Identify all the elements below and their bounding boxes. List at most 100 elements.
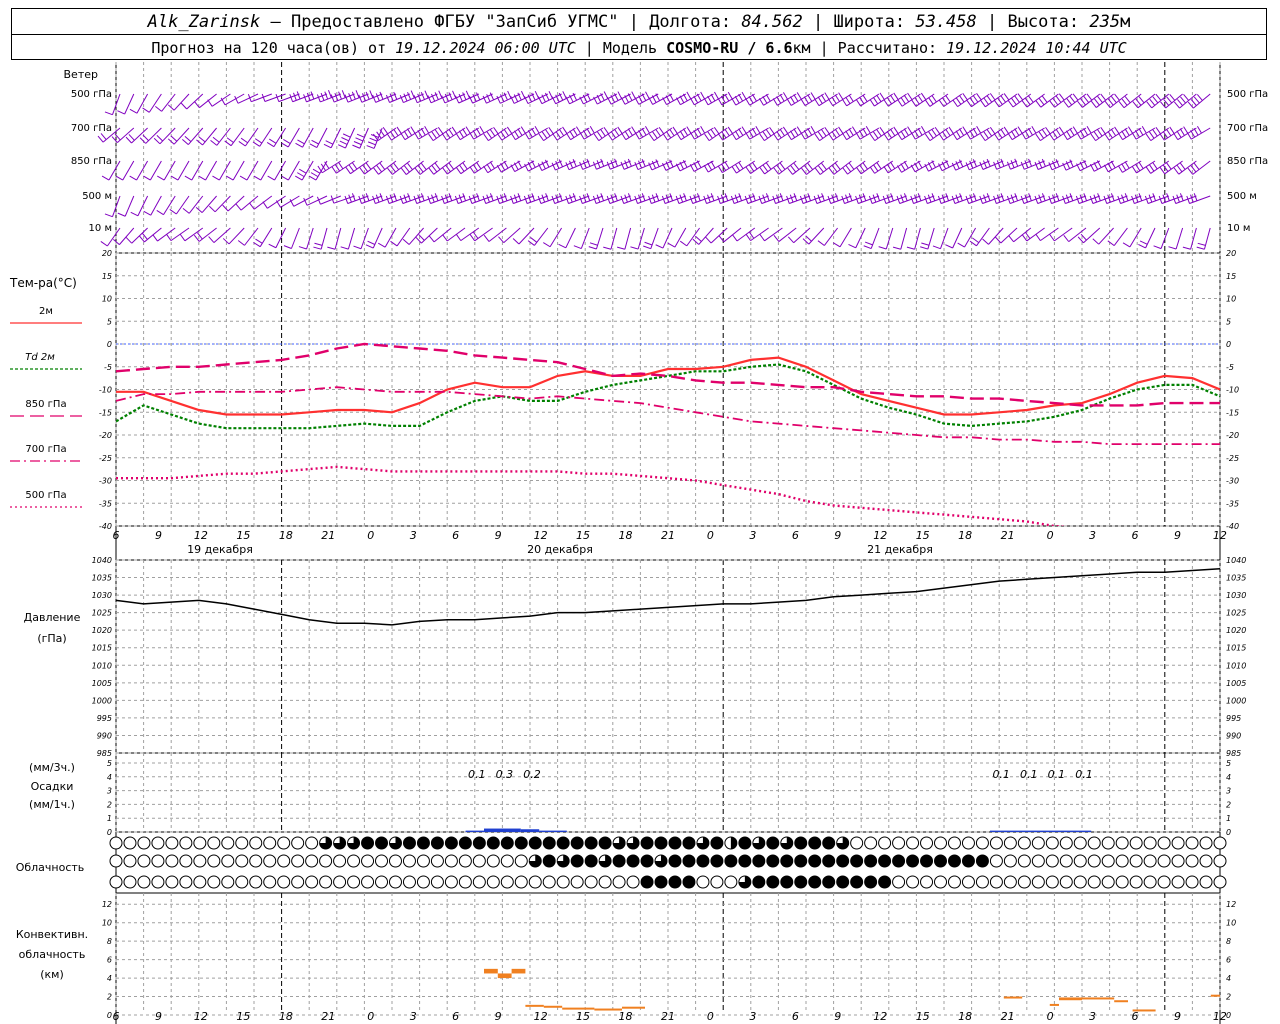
wind-barb-feather [614,158,619,167]
wind-barb-feather [1024,98,1031,106]
cloud-symbol [263,854,277,868]
wind-barb-feather [965,132,971,140]
wind-barb-feather [1173,132,1179,140]
wind-barb [378,160,397,175]
wind-barb-feather [892,246,901,250]
wind-barb-feather [267,175,275,181]
wind-barb-feather [745,132,751,140]
cloud-symbol-overcast [794,855,807,867]
cloud-symbol-overcast [361,837,374,849]
wind-barb-feather [313,246,322,250]
wind-barb-feather [441,133,448,141]
wind-barb-feather [848,162,855,170]
wind-barb-feather [834,94,840,102]
cloud-symbol-overcast [864,876,877,888]
hour-label-bottom: 15 [236,1010,250,1023]
wind-barb-feather [376,165,383,173]
cloud-symbol-overcast [571,837,584,849]
wind-barb-feather [489,161,495,169]
wind-barb-feather [786,98,792,106]
wind-barb-feather [400,167,407,175]
wind-barb-feather [800,98,806,106]
conv-tick-left: 0 [107,1011,112,1020]
precip-bar [520,829,540,832]
cloud-symbol [263,836,277,850]
cloud-symbol [1017,875,1031,889]
wind-barb [624,227,632,250]
wind-barb-feather [507,90,512,99]
wind-barb-feather [434,162,441,170]
wind-barb-feather [855,98,861,107]
day-label: 21 декабря [867,543,933,556]
wind-barb-feather [776,96,782,104]
temp-legend-label: 2м [39,306,53,317]
wind-barb-feather [142,134,149,141]
wind-barb-feather [724,161,730,169]
temp-tick-left: 10 [102,295,112,304]
wind-barb-feather [498,236,505,243]
cloud-symbol [319,875,333,889]
wind-barb-feather [310,91,315,100]
wind-barb-feather [367,240,376,245]
wind-barb-feather [878,246,887,250]
wind-barb-feather [104,111,113,116]
precip-bar [465,830,484,832]
wind-barb-feather [748,164,755,172]
wind-barb-feather [593,133,600,141]
cloud-symbol [249,854,263,868]
wind-barb-feather [486,131,493,139]
precip-bar [539,830,567,832]
temp-tick-left: 15 [102,272,112,281]
cloud-symbol [179,836,193,850]
cloud-symbol [375,875,389,889]
wind-barb-feather [324,161,330,169]
wind-barb-feather [500,131,506,139]
wind-barb-feather [1152,96,1159,104]
wind-barb-feather [1062,132,1068,140]
temp-tick-right: 20 [1226,249,1236,258]
wind-barb-feather [667,242,676,248]
wind-barb-feather [817,240,825,246]
cloud-symbol [961,836,975,850]
hour-label-bottom: 6 [792,1010,799,1023]
wind-barb-feather [606,161,611,170]
wind-barb-feather [222,204,229,212]
wind-barb-feather [796,92,802,100]
wind-barb [320,227,328,250]
wind-barb [1012,93,1032,108]
temp-tick-left: -40 [99,522,112,531]
hour-label-bottom: 3 [749,1010,756,1023]
wind-barb-feather [469,166,475,174]
cloud-symbol [710,875,724,889]
wind-barb-feather [351,162,358,170]
cloud-symbol [1157,836,1171,850]
wind-barb-feather [437,126,444,135]
precip-value-label: 0.1 [1048,768,1066,781]
wind-barb [823,227,838,246]
wind-barb-feather [210,140,218,146]
cloud-symbol [626,875,640,889]
wind-barb-feather [1180,96,1186,104]
wind-barb-feather [275,93,280,102]
pres-tick-left: 1010 [92,661,112,670]
temp-legend-label: Td 2м [25,352,55,363]
temp-tick-right: -15 [1226,408,1239,417]
wind-barb-feather [1159,133,1165,141]
cloud-symbol [109,875,123,889]
hour-label-bottom: 21 [1001,1010,1015,1023]
wind-barb-feather [514,130,520,138]
cloud-symbol [193,875,207,889]
wind-barb-feather [1008,235,1015,243]
wind-barb-feather [952,99,958,107]
wind-barb-feather [1055,159,1060,167]
hour-label-bottom: 18 [279,1010,293,1023]
cloud-symbol [137,875,151,889]
wind-barb-feather [524,132,530,140]
wind-barb-feather [352,144,360,149]
wind-barb [1098,227,1114,245]
wind-barb-feather [1146,101,1153,109]
temp-tick-right: 10 [1226,295,1236,304]
wind-barb-feather [1035,100,1042,108]
wind-barb [1165,93,1183,109]
wind-barb-feather [1020,161,1025,170]
